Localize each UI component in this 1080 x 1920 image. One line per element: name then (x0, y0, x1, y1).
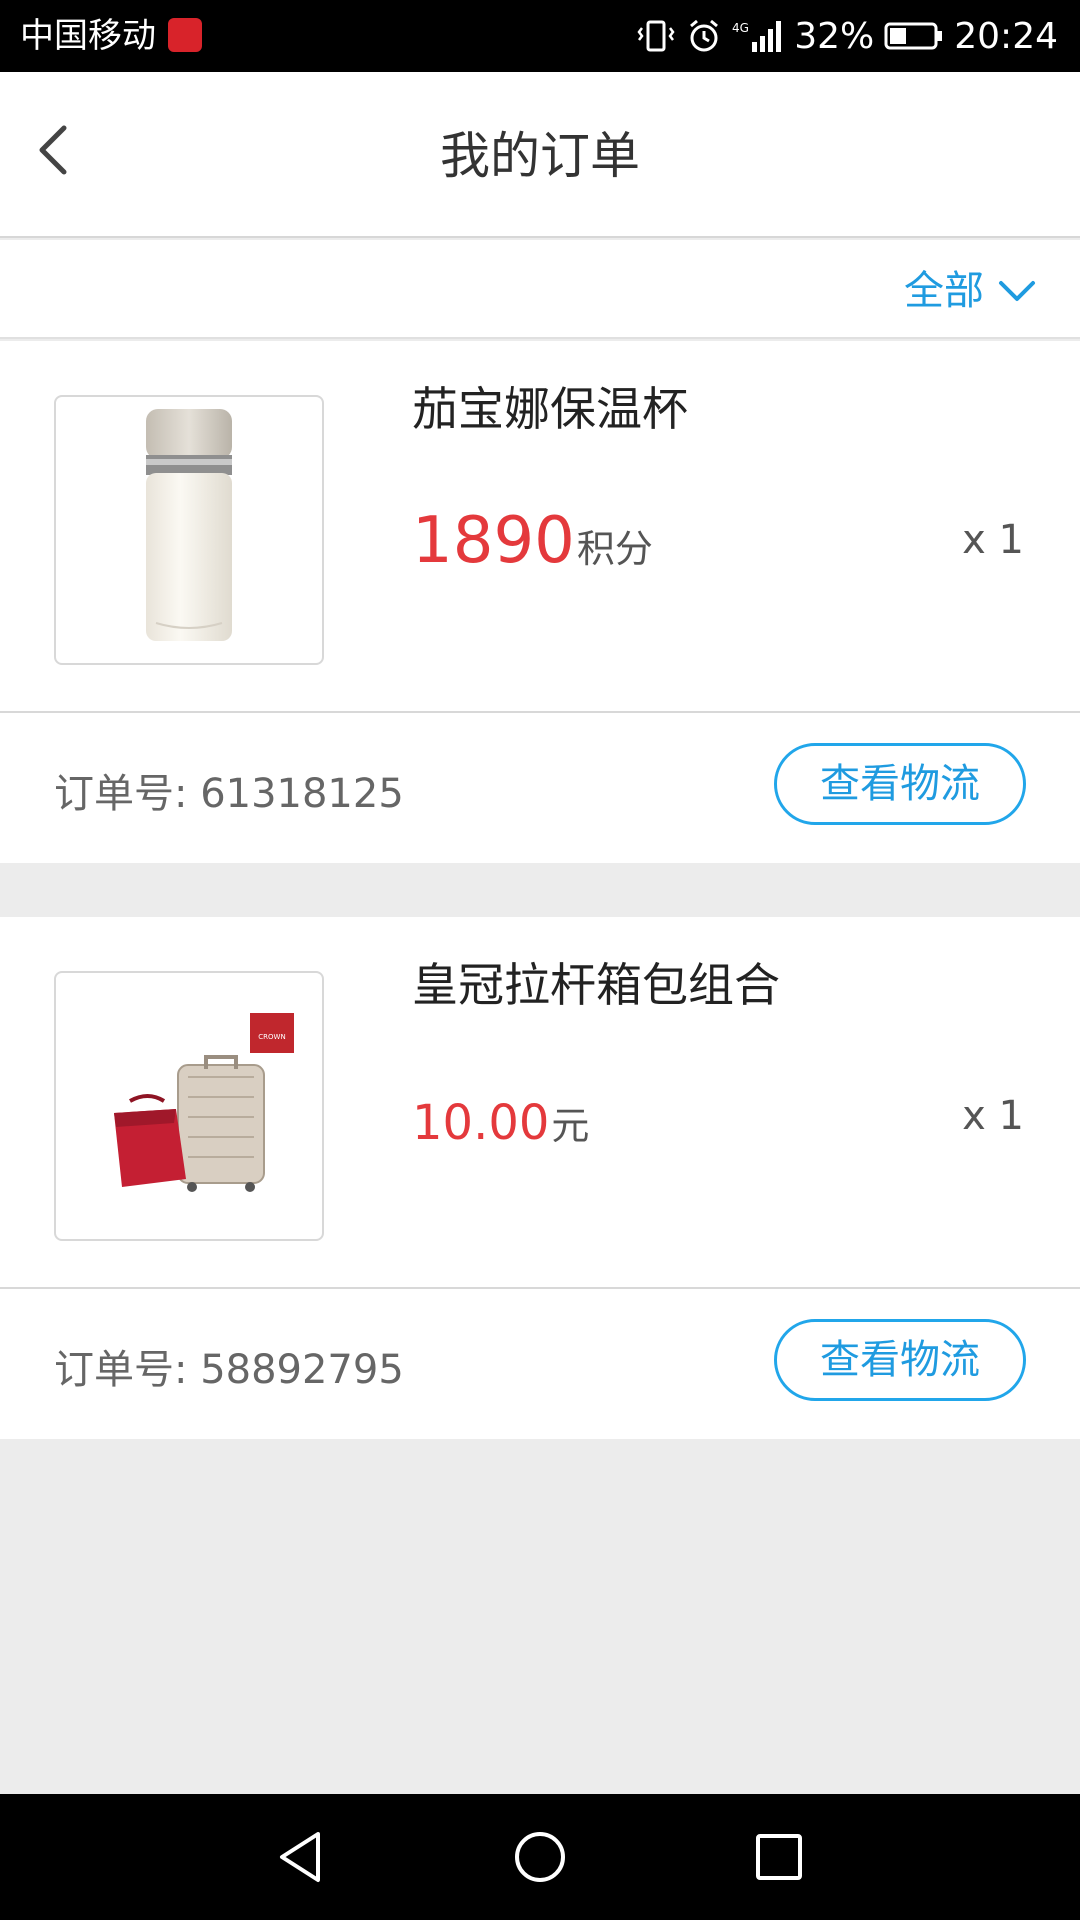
product-price: 1890积分 (412, 501, 653, 597)
price-value: 1890 (412, 504, 575, 578)
vibrate-icon (637, 20, 675, 52)
order-card: 茄宝娜保温杯 1890积分 x 1 订单号: 61318125 查看物流 (0, 341, 1080, 863)
divider (0, 1287, 1080, 1289)
filter-label: 全部 (904, 268, 984, 314)
page-title: 我的订单 (440, 127, 640, 185)
product-quantity: x 1 (962, 1093, 1024, 1139)
order-card: CROWN 皇冠拉杆箱包组合 10.00元 x 1 订单号: 58892795 … (0, 917, 1080, 1439)
order-number: 订单号: 61318125 (54, 771, 404, 817)
carrier-logo-icon (168, 18, 202, 52)
filter-bar: 全部 (0, 240, 1080, 339)
thermos-cup-image (146, 409, 232, 641)
view-logistics-button[interactable]: 查看物流 (774, 743, 1026, 825)
product-name: 茄宝娜保温杯 (412, 382, 688, 436)
battery-icon (884, 22, 943, 50)
order-product[interactable]: CROWN 皇冠拉杆箱包组合 10.00元 x 1 (0, 917, 1080, 1287)
order-filter-dropdown[interactable]: 全部 (904, 266, 1036, 316)
order-product[interactable]: 茄宝娜保温杯 1890积分 x 1 (0, 341, 1080, 711)
signal-icon: 4G (732, 21, 782, 52)
nav-recents-icon[interactable] (746, 1824, 812, 1890)
status-icons: 4G 32% 20:24 (636, 12, 1058, 60)
product-name: 皇冠拉杆箱包组合 (412, 958, 780, 1012)
product-quantity: x 1 (962, 517, 1024, 563)
alarm-icon (690, 19, 719, 52)
view-logistics-button[interactable]: 查看物流 (774, 1319, 1026, 1401)
product-price: 10.00元 (412, 1083, 589, 1174)
status-bar: 中国移动 4G 32% 20:24 (0, 0, 1080, 72)
app-header: 我的订单 (0, 72, 1080, 238)
carrier-name: 中国移动 (20, 16, 156, 56)
order-number: 订单号: 58892795 (54, 1347, 404, 1393)
clock-time: 20:24 (954, 15, 1058, 57)
system-navigation-bar (0, 1794, 1080, 1920)
nav-home-icon[interactable] (507, 1824, 573, 1890)
product-image (54, 395, 324, 665)
divider (0, 711, 1080, 713)
nav-back-icon[interactable] (268, 1824, 334, 1890)
battery-percent: 32% (794, 15, 875, 57)
price-value: 10.00 (412, 1095, 550, 1151)
price-unit: 积分 (576, 527, 653, 571)
price-unit: 元 (551, 1104, 590, 1148)
svg-text:4G: 4G (732, 21, 749, 35)
chevron-down-icon (999, 281, 1035, 301)
product-image: CROWN (54, 971, 324, 1241)
luggage-set-image: CROWN (114, 1013, 294, 1192)
crown-brand-badge: CROWN (258, 1033, 285, 1041)
